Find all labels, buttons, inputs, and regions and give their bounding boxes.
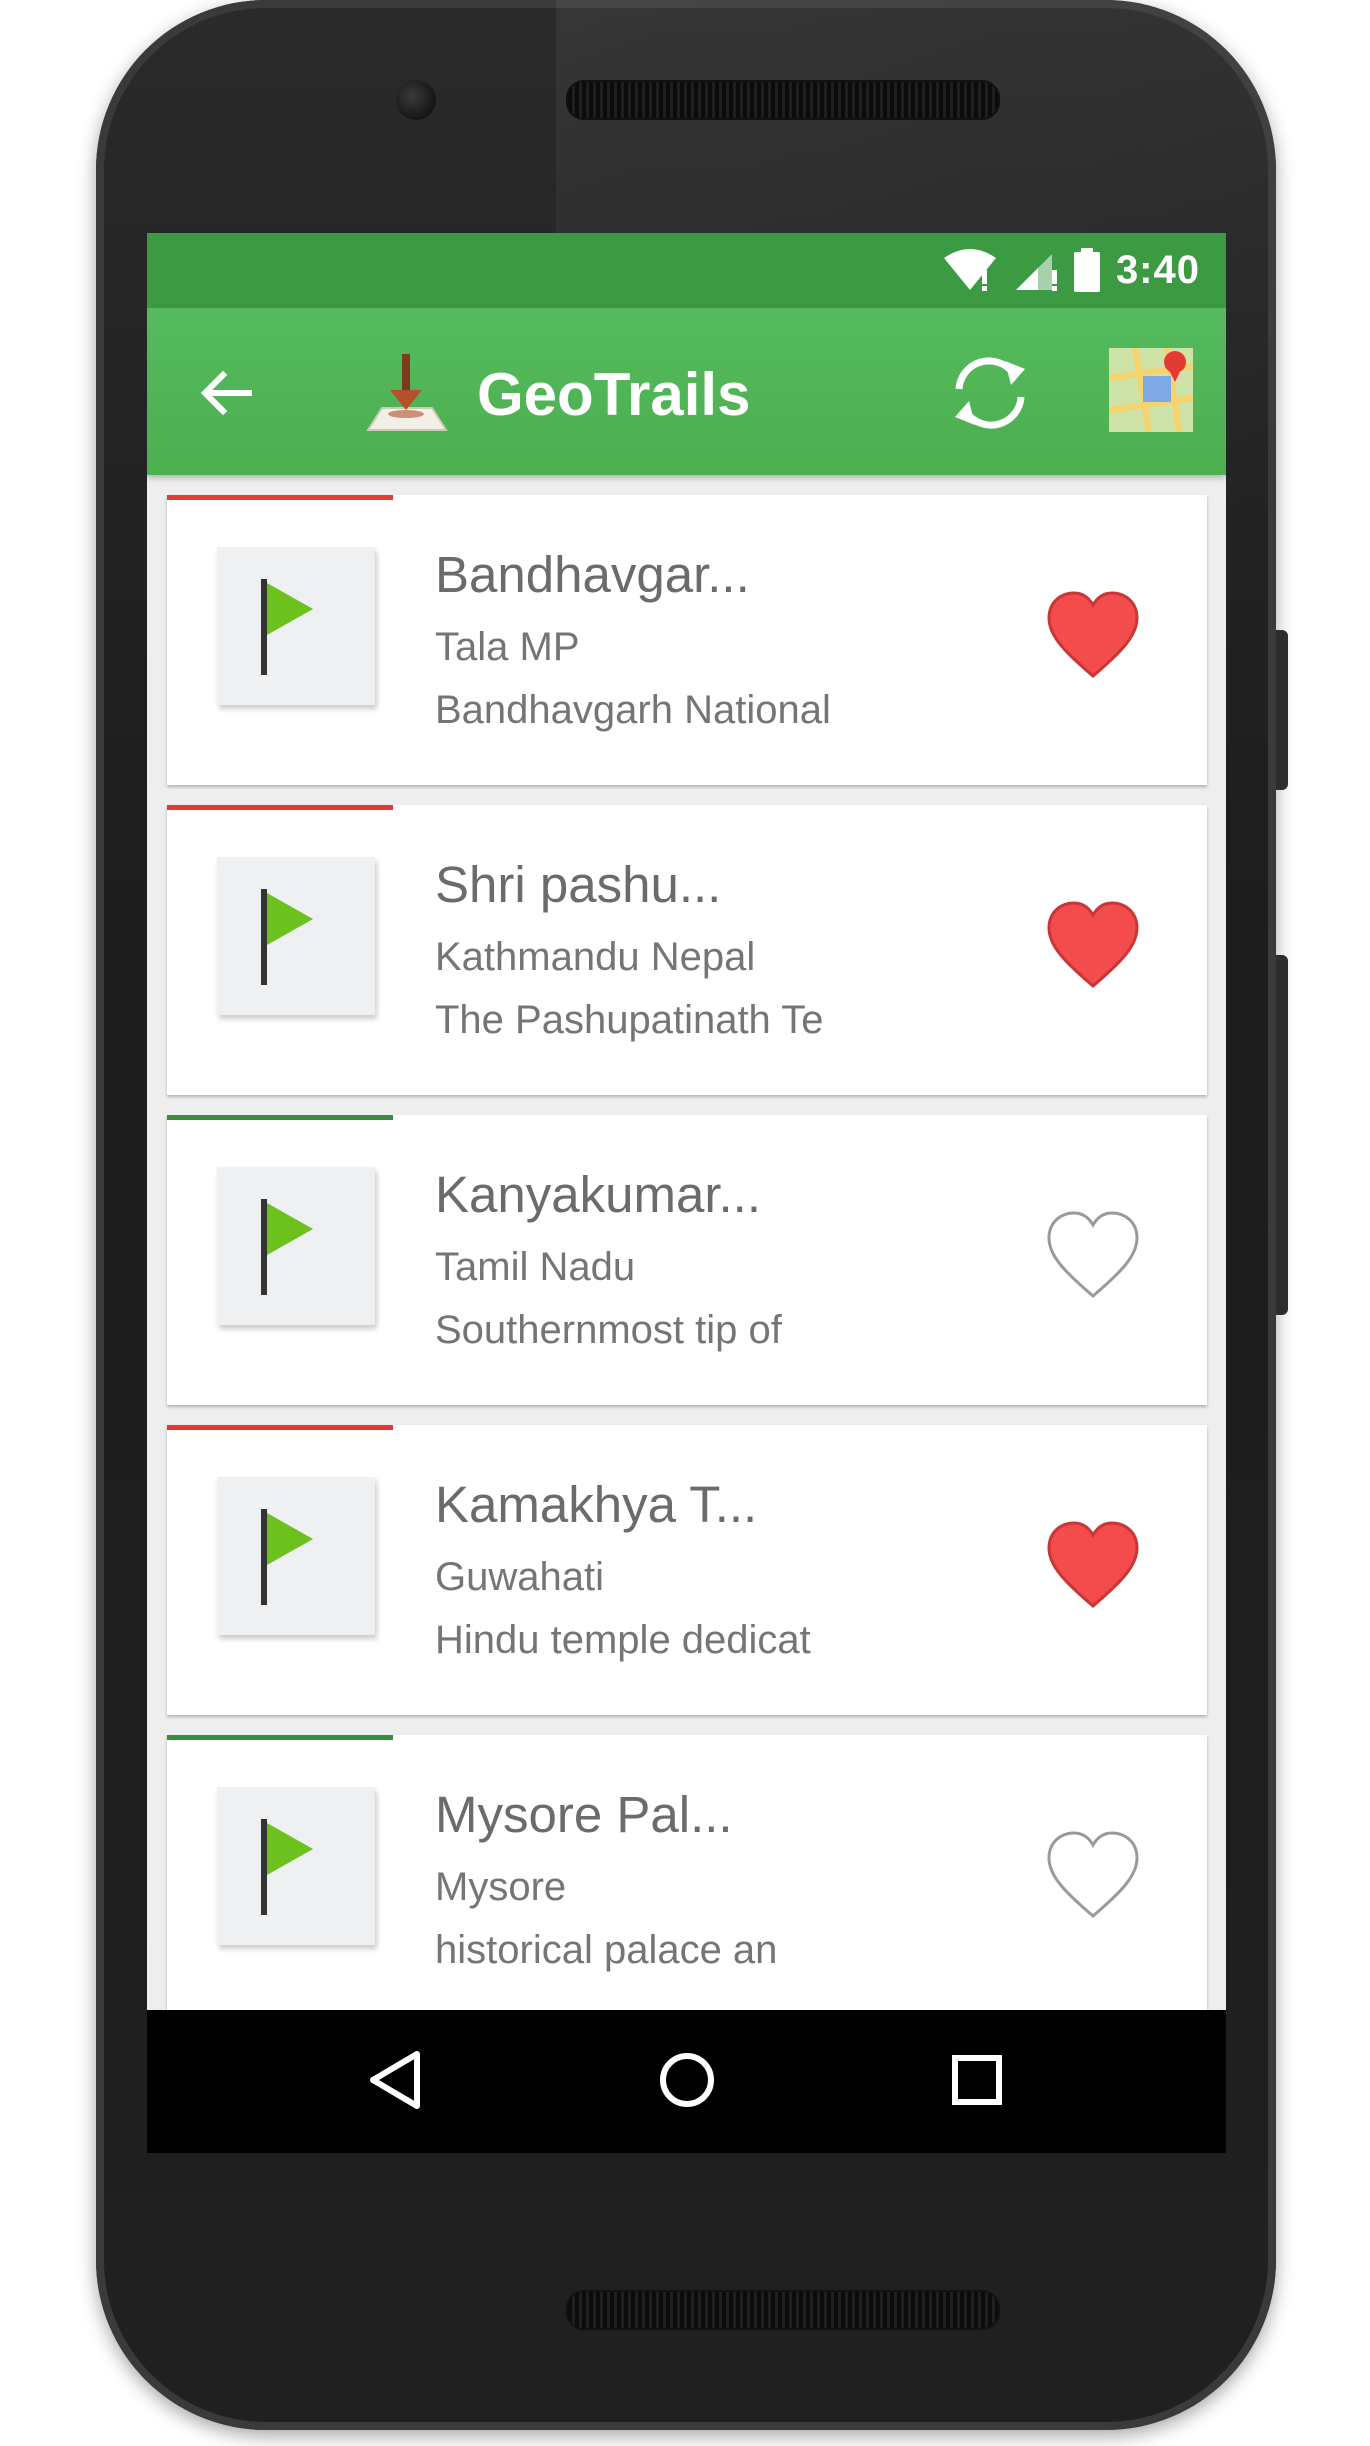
trail-place: Mysore [435,1865,567,1909]
bottom-speaker [566,2290,1000,2330]
flag-icon [261,1819,313,1915]
trail-thumbnail [217,547,375,705]
trail-description: Hindu temple dedicat [435,1618,811,1662]
trail-place: Kathmandu Nepal [435,935,756,979]
trail-card[interactable]: Shri pashu... Kathmandu Nepal The Pashup… [167,805,1207,1095]
status-accent-bar [167,1425,393,1430]
heart-filled-icon[interactable] [1045,900,1141,990]
nav-home-icon[interactable] [647,2040,727,2120]
flag-icon [261,579,313,675]
trail-name: Mysore Pal... [435,1786,733,1843]
wifi-icon [943,249,996,291]
power-button [1276,955,1288,1315]
heart-filled-icon[interactable] [1045,590,1141,680]
trail-thumbnail [217,857,375,1015]
trail-name: Kamakhya T... [435,1476,758,1533]
sync-icon[interactable] [947,353,1033,433]
status-accent-bar [167,1115,393,1120]
trail-description: Southernmost tip of [435,1308,782,1352]
trail-card[interactable]: Bandhavgar... Tala MP Bandhavgarh Nation… [167,495,1207,785]
volume-button [1276,630,1288,790]
nav-recents-icon[interactable] [937,2040,1017,2120]
app-title: GeoTrails [477,361,751,428]
trail-thumbnail [217,1787,375,1945]
trail-description: Bandhavgarh National [435,688,831,732]
trail-place: Tala MP [435,625,580,669]
trail-name: Bandhavgar... [435,546,750,603]
trail-name: Shri pashu... [435,856,722,913]
flag-icon [261,1509,313,1605]
trail-description: historical palace an [435,1928,778,1972]
flag-icon [261,1199,313,1295]
navigation-bar [147,2010,1226,2153]
trail-place: Guwahati [435,1555,604,1599]
trail-place: Tamil Nadu [435,1245,636,1289]
map-icon[interactable] [1109,348,1193,432]
front-camera [396,80,436,120]
heart-filled-icon[interactable] [1045,1520,1141,1610]
trail-card[interactable]: Kamakhya T... Guwahati Hindu temple dedi… [167,1425,1207,1715]
status-time: 3:40 [1115,247,1200,292]
download-pin-icon [366,354,448,431]
back-arrow-icon[interactable] [197,363,257,423]
trail-description: The Pashupatinath Te [435,998,824,1042]
screen: 3:40 GeoTrails Bandhavgar... Tala MP Ban… [147,233,1226,2153]
battery-icon [1073,248,1100,292]
app-bar: GeoTrails [147,308,1226,475]
heart-outline-icon[interactable] [1045,1210,1141,1300]
trail-card[interactable]: Mysore Pal... Mysore historical palace a… [167,1735,1207,2025]
top-speaker [566,80,1000,120]
trail-name: Kanyakumar... [435,1166,761,1223]
status-accent-bar [167,1735,393,1740]
flag-icon [261,889,313,985]
trail-thumbnail [217,1167,375,1325]
status-bar: 3:40 [147,233,1226,308]
nav-back-icon[interactable] [357,2040,437,2120]
trail-card[interactable]: Kanyakumar... Tamil Nadu Southernmost ti… [167,1115,1207,1405]
status-accent-bar [167,495,393,500]
heart-outline-icon[interactable] [1045,1830,1141,1920]
trail-thumbnail [217,1477,375,1635]
status-accent-bar [167,805,393,810]
signal-icon [1015,254,1057,291]
